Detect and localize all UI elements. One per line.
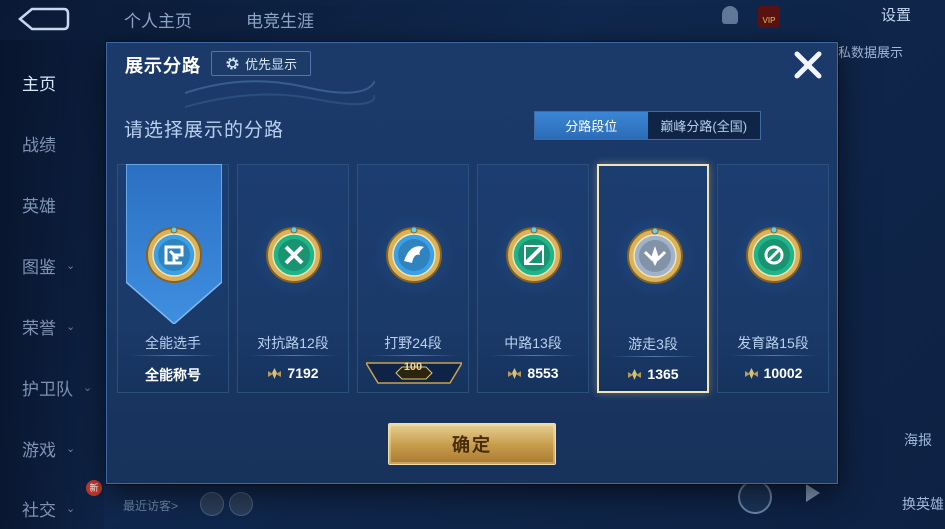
priority-display-label: 优先显示 — [244, 57, 297, 72]
rank-points-icon — [508, 367, 522, 379]
lane-card[interactable]: 发育路15段 10002 — [717, 164, 829, 393]
poster-button[interactable]: 海报 — [904, 430, 932, 450]
lane-rank-label: 全能选手 — [145, 335, 201, 351]
lane-card[interactable]: 对抗路12段 7192 — [237, 164, 349, 393]
rank-points-icon — [744, 367, 758, 379]
card-divider — [250, 355, 338, 356]
lane-card-list: 全能选手 全能称号 对抗路12段 7192 打野24段 100 中路13段 8553 游走3段 1… — [117, 164, 829, 394]
lane-rank-label: 中路13段 — [504, 335, 562, 351]
tab-lane-rank[interactable]: 分路段位 — [535, 112, 648, 139]
lane-points-value: 8553 — [527, 365, 559, 381]
data-display-label[interactable]: 私数据展示 — [838, 42, 903, 61]
tab-peak-lane-national[interactable]: 巅峰分路(全国) — [648, 112, 761, 139]
card-divider — [130, 355, 218, 356]
sidebar-item[interactable]: 战绩 — [22, 131, 56, 156]
lane-points: 8553 — [478, 365, 588, 381]
tab-esports[interactable]: 电竞生涯 — [246, 7, 314, 32]
lane-points: 1365 — [599, 366, 707, 382]
notification-icon[interactable] — [722, 6, 738, 24]
sidebar-item[interactable]: 游戏 ⌄ — [22, 436, 75, 461]
sidebar-item[interactable]: 图鉴 ⌄ — [22, 253, 75, 278]
sidebar-item[interactable]: 主页 — [22, 70, 56, 95]
sidebar-item[interactable]: 护卫队 ⌄ — [22, 375, 92, 400]
new-badge: 新 — [86, 480, 102, 496]
vip-badge: VIP — [758, 6, 780, 28]
tab-profile[interactable]: 个人主页 — [124, 7, 192, 32]
confirm-button[interactable]: 确定 — [388, 423, 556, 465]
lane-card[interactable]: 打野24段 100 — [357, 164, 469, 393]
back-arrow-icon[interactable] — [14, 6, 70, 32]
sidebar-item[interactable]: 荣誉 ⌄ — [22, 314, 75, 339]
sidebar-item-label: 主页 — [22, 75, 56, 94]
sidebar-item[interactable]: 社交 ⌄ — [22, 496, 75, 521]
sidebar-item-label: 英雄 — [22, 197, 56, 216]
chevron-down-icon: ⌄ — [66, 321, 76, 333]
lane-points-value: 全能称号 — [145, 367, 201, 383]
recent-visitors-link[interactable]: 最近访客> — [123, 497, 178, 514]
lane-points: 全能称号 — [118, 365, 228, 385]
lane-rank-label: 打野24段 — [384, 335, 442, 351]
mid-lane-emblem-icon — [504, 225, 564, 285]
dialog-subtitle: 请选择展示的分路 — [124, 120, 285, 141]
chevron-down-icon: ⌄ — [66, 260, 76, 272]
lane-card[interactable]: 全能选手 全能称号 — [117, 164, 229, 393]
card-divider — [730, 355, 818, 356]
lane-card[interactable]: 游走3段 1365 — [597, 164, 709, 393]
chevron-down-icon: ⌄ — [83, 382, 93, 394]
clash-lane-emblem-icon — [264, 225, 324, 285]
lane-points-value: 1365 — [647, 366, 679, 382]
farm-lane-emblem-icon — [744, 225, 804, 285]
all-round-emblem-icon — [144, 225, 204, 285]
lane-rank-label: 对抗路12段 — [257, 335, 329, 351]
top-bar: 个人主页 电竞生涯 VIP 设置 — [0, 0, 945, 38]
sidebar-item-label: 护卫队 — [22, 380, 73, 399]
close-icon[interactable] — [791, 48, 825, 82]
change-hero-button[interactable]: 换英雄 — [902, 494, 944, 514]
rank-points-icon — [628, 368, 642, 380]
lane-points: 7192 — [238, 365, 348, 381]
rank-plate-value: 100 — [403, 361, 423, 373]
play-icon[interactable] — [806, 484, 820, 502]
rank-points-icon — [268, 367, 282, 379]
chevron-down-icon: ⌄ — [66, 503, 76, 515]
home-icon[interactable] — [738, 480, 772, 514]
gear-icon — [226, 57, 239, 70]
settings-button[interactable]: 设置 — [881, 4, 911, 25]
lane-mode-toggle: 分路段位 巅峰分路(全国) — [534, 111, 761, 140]
lane-points: 10002 — [718, 365, 828, 381]
sidebar-item[interactable]: 英雄 — [22, 192, 56, 217]
jungle-emblem-icon — [384, 225, 444, 285]
sidebar-item-label: 荣誉 — [22, 319, 56, 338]
roam-emblem-icon — [625, 226, 685, 286]
card-divider — [611, 356, 699, 357]
chevron-down-icon: ⌄ — [66, 443, 76, 455]
lane-card[interactable]: 中路13段 8553 — [477, 164, 589, 393]
lane-points-value: 10002 — [763, 365, 803, 381]
sidebar-item-label: 战绩 — [22, 136, 56, 155]
sidebar-item-label: 游戏 — [22, 441, 56, 460]
card-divider — [490, 355, 578, 356]
lane-rank-label: 发育路15段 — [737, 335, 809, 351]
sidebar-item-label: 社交 — [22, 501, 56, 520]
dialog-title: 展示分路 — [125, 56, 201, 76]
lane-rank-label: 游走3段 — [628, 336, 678, 352]
visitor-avatar[interactable] — [200, 492, 224, 516]
card-divider — [370, 355, 458, 356]
visitor-avatar[interactable] — [229, 492, 253, 516]
sidebar-item-label: 图鉴 — [22, 258, 56, 277]
lane-display-dialog: 展示分路 优先显示 请选择展示的分路 分路段位 巅峰分路(全国) 全能选手全能称… — [106, 42, 838, 484]
priority-display-button[interactable]: 优先显示 — [211, 51, 311, 76]
lane-points-value: 7192 — [287, 365, 319, 381]
